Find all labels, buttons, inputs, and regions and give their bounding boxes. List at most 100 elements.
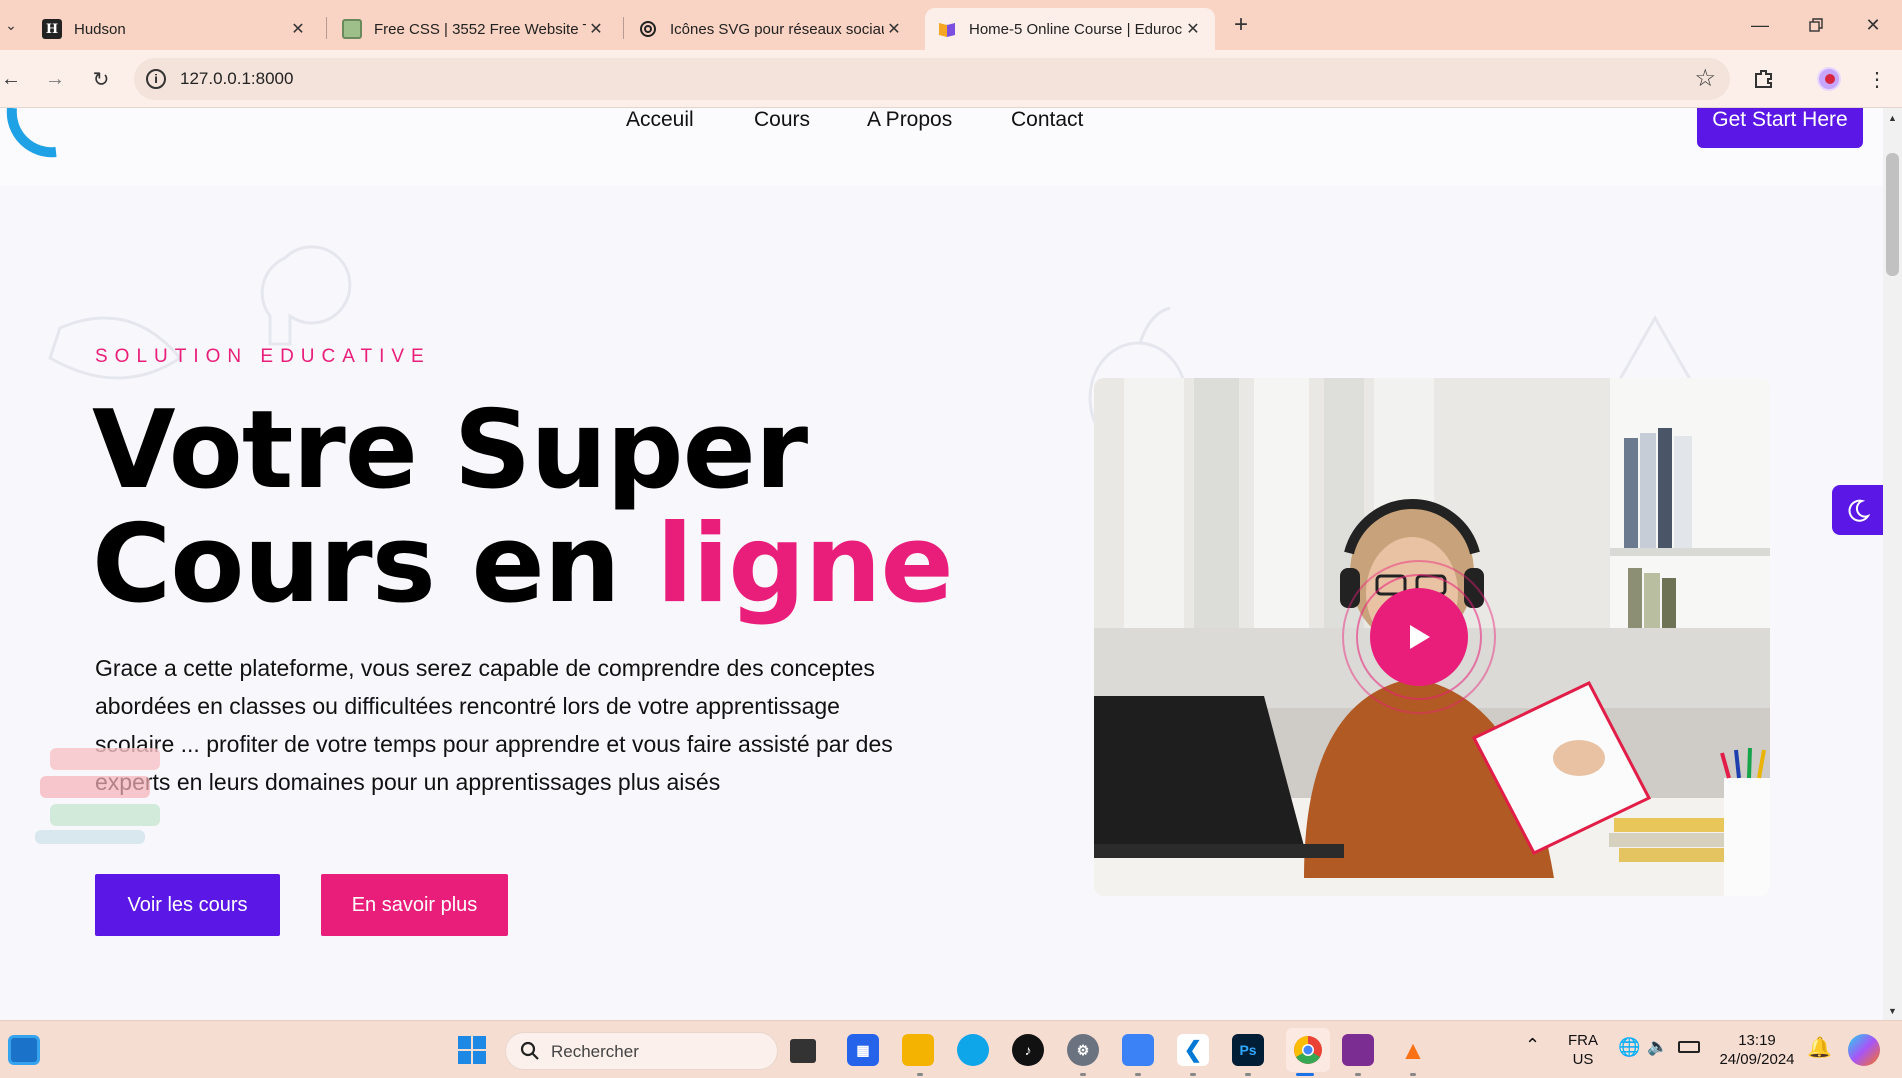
back-arrow-icon[interactable]: ← (0, 62, 28, 96)
hero-title-line1: Votre Super (92, 388, 808, 513)
microsoft-store-icon[interactable]: ▦ (847, 1034, 879, 1066)
tab-free-css[interactable]: Free CSS | 3552 Free Website Te ✕ (330, 8, 618, 50)
battery-icon[interactable] (1678, 1041, 1700, 1053)
book-stack-doodle-icon (35, 748, 160, 844)
keyboard-layout: US (1572, 1051, 1594, 1068)
play-video-button[interactable] (1370, 588, 1468, 686)
running-indicator (1135, 1073, 1141, 1076)
windows-start-icon[interactable] (456, 1034, 488, 1066)
running-indicator (1080, 1073, 1086, 1076)
free-css-favicon-icon (342, 19, 362, 39)
site-logo-icon[interactable]: iziskill (4, 108, 114, 168)
running-indicator (917, 1073, 923, 1076)
tiktok-icon[interactable]: ♪ (1012, 1034, 1044, 1066)
get-start-button[interactable]: Get Start Here (1697, 108, 1863, 148)
taskbar-search-placeholder: Rechercher (551, 1042, 639, 1061)
tab-title: Free CSS | 3552 Free Website Te (374, 20, 586, 38)
vscode-icon[interactable]: ❮ (1177, 1034, 1209, 1066)
widgets-icon[interactable] (8, 1035, 40, 1065)
scroll-up-arrow-icon[interactable]: ▲ (1888, 113, 1897, 123)
openai-favicon-icon (638, 19, 658, 39)
clock-date: 24/09/2024 (1719, 1051, 1795, 1068)
tab-home-online-course[interactable]: Home-5 Online Course | Eduroc ✕ (925, 8, 1215, 50)
site-navbar: iziskill Acceuil Cours A Propos Contact … (0, 108, 1883, 186)
task-view-icon[interactable] (790, 1039, 816, 1063)
svg-text:iziskill: iziskill (42, 108, 99, 113)
voir-les-cours-button[interactable]: Voir les cours (95, 874, 280, 936)
taskbar-search-box[interactable]: Rechercher (505, 1032, 778, 1070)
windows-taskbar: Rechercher ▦ ♪ ⚙ ❮ Ps ▲ ⌃ FRA US 🌐 🔈 13:… (0, 1020, 1902, 1078)
en-savoir-plus-button[interactable]: En savoir plus (321, 874, 508, 936)
hero-tagline: SOLUTION EDUCATIVE (95, 346, 431, 367)
hero-description: Grace a cette plateforme, vous serez cap… (95, 655, 893, 795)
lightbulb-doodle-icon (260, 245, 352, 346)
clock[interactable]: 13:19 24/09/2024 (1712, 1031, 1802, 1069)
volume-speaker-icon[interactable]: 🔈 (1647, 1037, 1668, 1057)
network-globe-icon[interactable]: 🌐 (1618, 1037, 1640, 1058)
photoshop-icon[interactable]: Ps (1232, 1034, 1264, 1066)
close-tab-icon[interactable]: ✕ (884, 19, 904, 39)
tab-title: Home-5 Online Course | Eduroc (969, 20, 1183, 38)
url-text: 127.0.0.1:8000 (180, 69, 294, 88)
running-indicator (1245, 1073, 1251, 1076)
site-info-icon[interactable]: i (146, 69, 166, 89)
tab-title: Hudson (74, 20, 126, 38)
running-indicator-active (1296, 1073, 1314, 1076)
moon-icon (1848, 499, 1870, 522)
tab-separator (326, 17, 327, 39)
tab-separator (623, 17, 624, 39)
nav-link-contact[interactable]: Contact (1011, 108, 1083, 132)
play-icon (1410, 625, 1430, 649)
copilot-icon[interactable] (1848, 1034, 1880, 1066)
restore-window-icon[interactable] (1799, 8, 1833, 42)
nav-link-a-propos[interactable]: A Propos (867, 108, 952, 132)
close-tab-icon[interactable]: ✕ (1183, 19, 1203, 39)
tray-overflow-chevron-icon[interactable]: ⌃ (1525, 1035, 1540, 1056)
extensions-puzzle-icon[interactable] (1747, 62, 1781, 96)
bookmark-star-icon[interactable]: ☆ (1694, 64, 1716, 93)
settings-gear-icon[interactable]: ⚙ (1067, 1034, 1099, 1066)
close-tab-icon[interactable]: ✕ (288, 19, 308, 39)
nav-link-acceuil[interactable]: Acceuil (626, 108, 694, 132)
tab-list-chevron-icon[interactable]: ⌄ (0, 8, 28, 42)
scroll-down-arrow-icon[interactable]: ▼ (1888, 1006, 1897, 1016)
page-scrollbar[interactable]: ▲ ▼ (1883, 108, 1902, 1020)
chrome-icon[interactable] (1286, 1028, 1330, 1072)
minimize-window-icon[interactable]: — (1743, 8, 1777, 42)
winrar-icon[interactable] (1342, 1034, 1374, 1066)
tab-svg-icons[interactable]: Icônes SVG pour réseaux sociau ✕ (626, 8, 916, 50)
hudson-favicon-icon: H (42, 19, 62, 39)
browser-toolbar: ← → ↻ i 127.0.0.1:8000 ☆ ⋮ (0, 50, 1902, 108)
book-favicon-icon (937, 19, 957, 39)
input-language[interactable]: FRA US (1560, 1031, 1606, 1069)
running-indicator (1410, 1073, 1416, 1076)
file-explorer-icon[interactable] (902, 1034, 934, 1066)
browser-menu-kebab-icon[interactable]: ⋮ (1860, 62, 1894, 96)
reload-icon[interactable]: ↻ (84, 62, 118, 96)
edge-browser-icon[interactable] (957, 1034, 989, 1066)
address-bar[interactable]: i 127.0.0.1:8000 ☆ (134, 58, 1730, 100)
notification-bell-icon[interactable]: 🔔 (1807, 1035, 1832, 1060)
nav-link-cours[interactable]: Cours (754, 108, 810, 132)
running-indicator (1190, 1073, 1196, 1076)
hero-title-plain: Cours en (92, 502, 657, 627)
close-tab-icon[interactable]: ✕ (586, 19, 606, 39)
language-code: FRA (1568, 1032, 1598, 1049)
vlc-icon[interactable]: ▲ (1397, 1034, 1429, 1066)
clock-time: 13:19 (1738, 1032, 1776, 1049)
browser-tab-strip: ⌄ H Hudson ✕ Free CSS | 3552 Free Websit… (0, 0, 1902, 50)
running-indicator (1355, 1073, 1361, 1076)
search-icon (520, 1041, 539, 1060)
photos-icon[interactable] (1122, 1034, 1154, 1066)
new-tab-plus-icon[interactable]: + (1224, 8, 1258, 42)
profile-avatar[interactable] (1812, 62, 1846, 96)
hero-title-highlight: ligne (656, 502, 953, 627)
forward-arrow-icon[interactable]: → (38, 62, 72, 96)
close-window-icon[interactable]: ✕ (1856, 8, 1890, 42)
tab-title: Icônes SVG pour réseaux sociau (670, 20, 884, 38)
webpage-viewport: iziskill Acceuil Cours A Propos Contact … (0, 108, 1883, 1020)
hero-title-line2: Cours en ligne (92, 502, 954, 627)
tab-hudson[interactable]: H Hudson ✕ (30, 8, 320, 50)
scrollbar-thumb[interactable] (1886, 153, 1899, 276)
dark-mode-toggle[interactable] (1832, 485, 1883, 535)
